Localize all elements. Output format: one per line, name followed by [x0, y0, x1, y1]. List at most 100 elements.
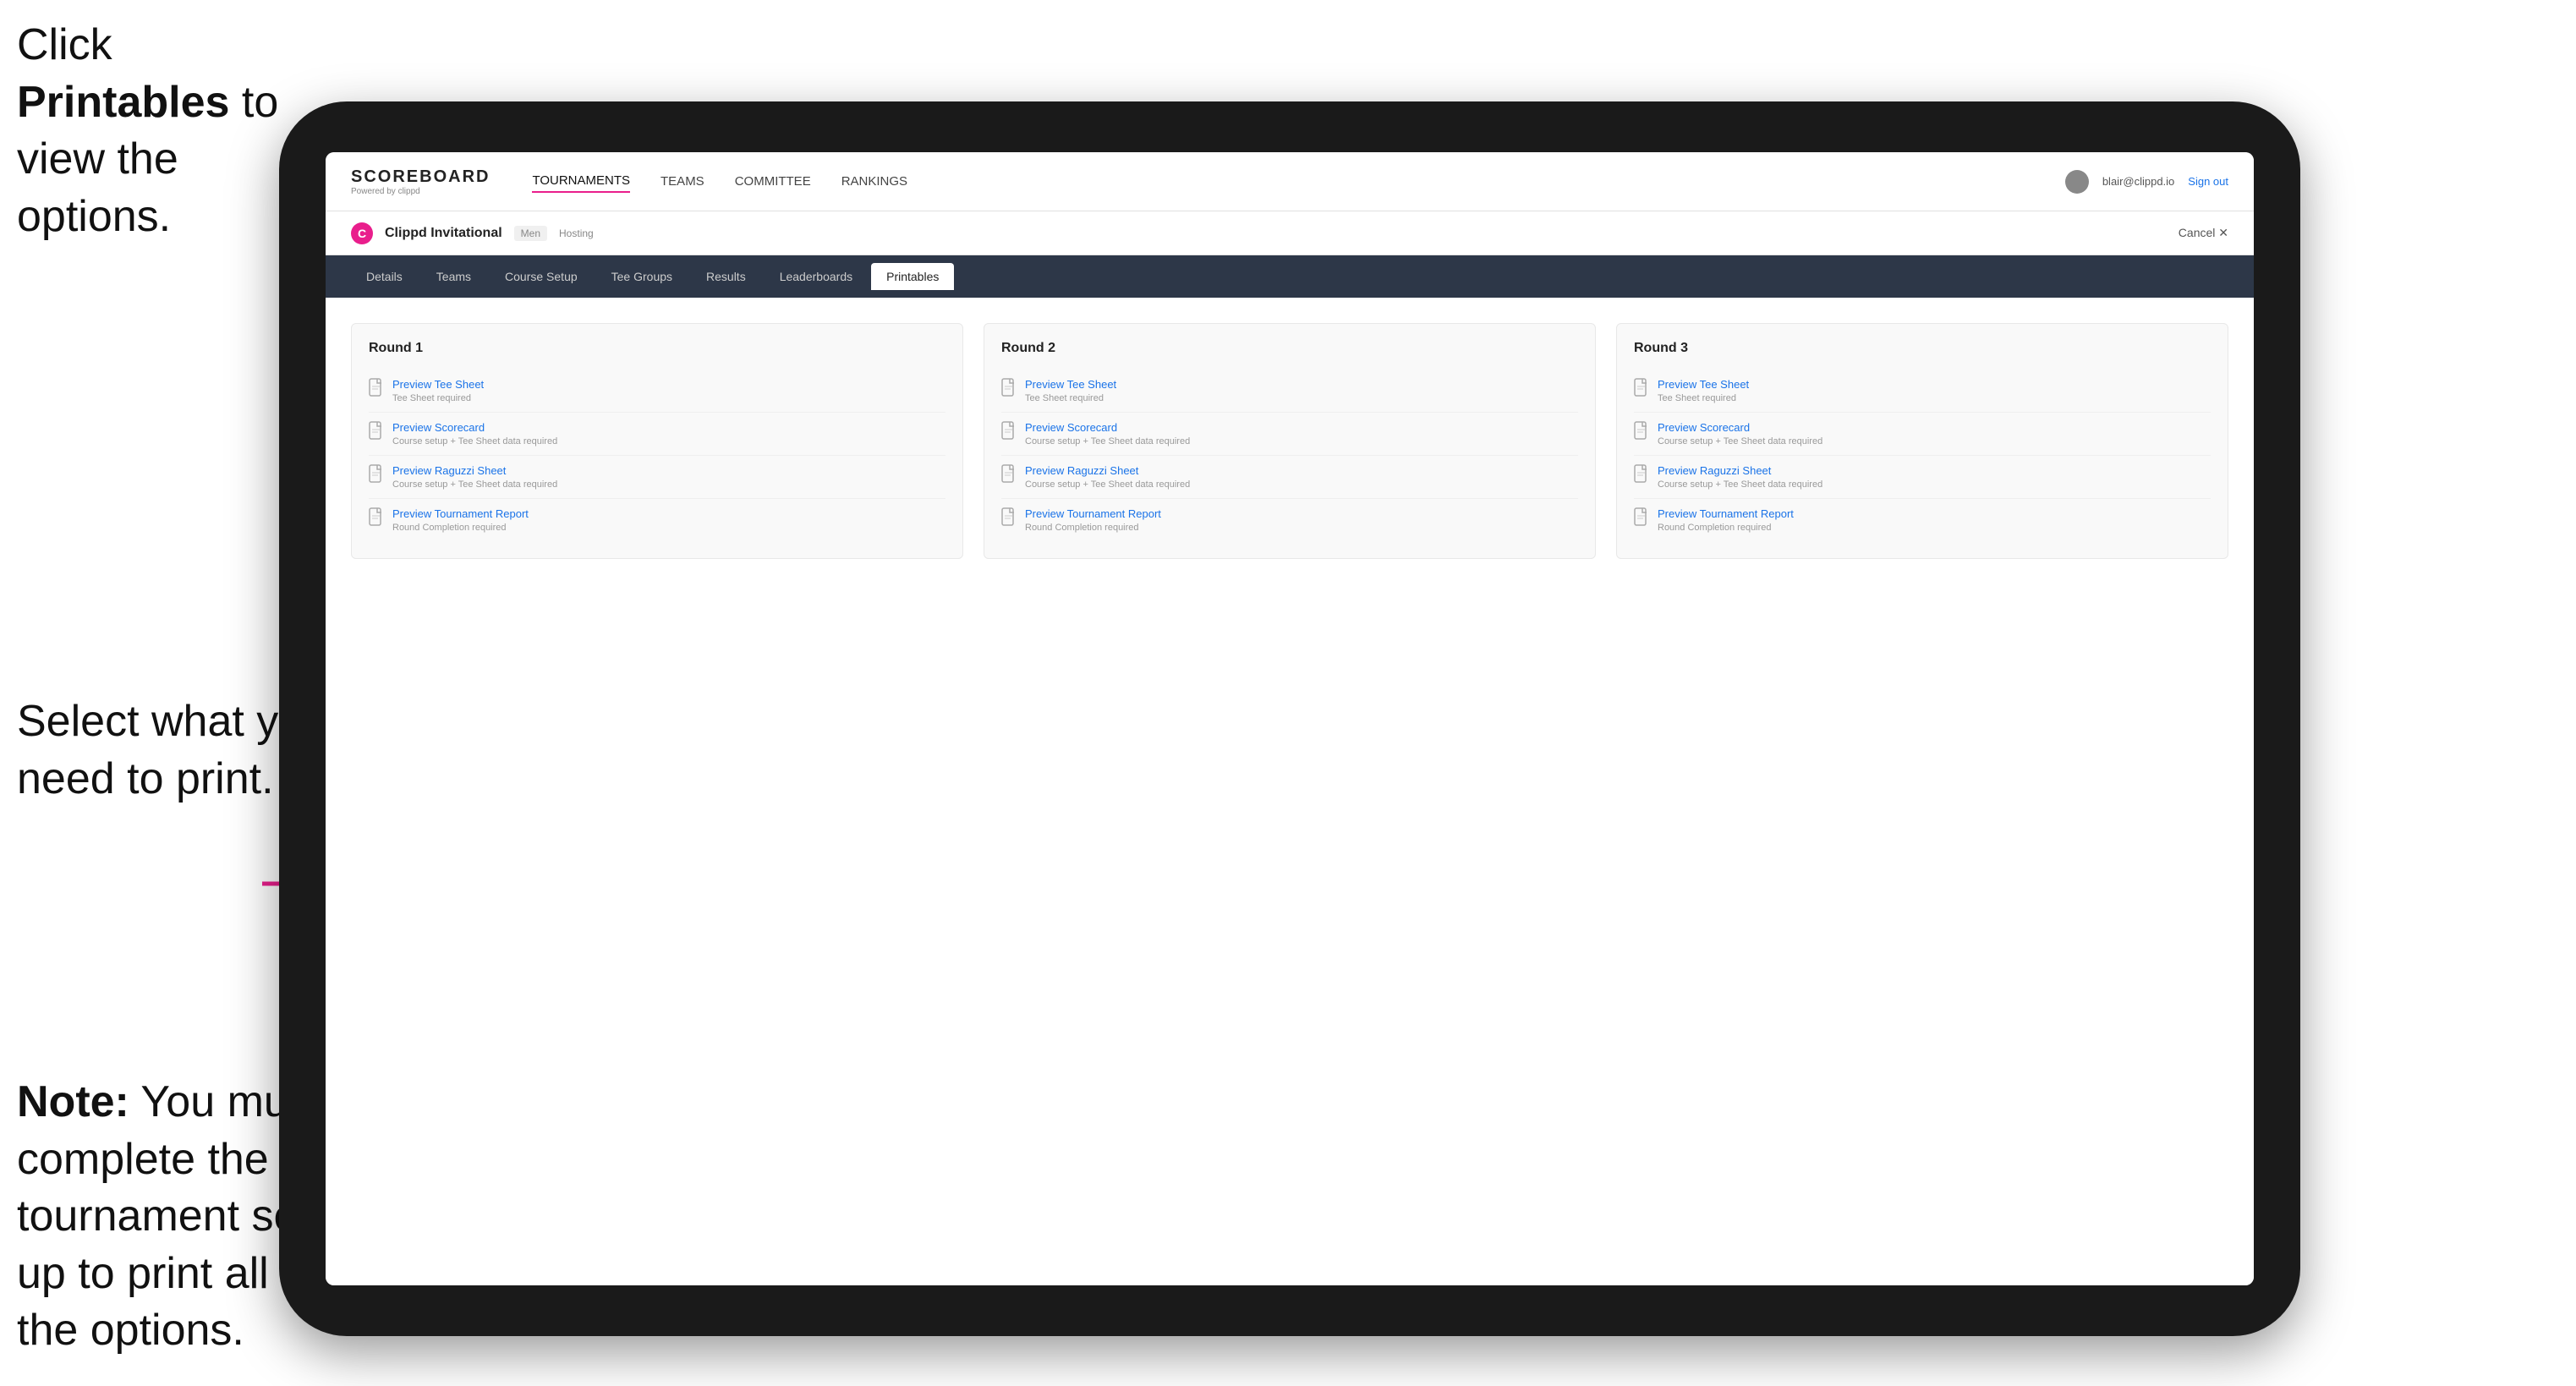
tournament-name: Clippd Invitational — [385, 226, 502, 241]
print-item-subtitle: Tee Sheet required — [1025, 393, 1116, 403]
note-bold: Note: — [17, 1077, 129, 1126]
content-area: Round 1 Preview Tee Sheet Tee Sheet requi… — [326, 298, 2254, 1285]
print-item-subtitle: Course setup + Tee Sheet data required — [1658, 479, 1822, 490]
print-item-title: Preview Scorecard — [392, 421, 557, 434]
print-item-r3-3[interactable]: Preview Raguzzi Sheet Course setup + Tee … — [1634, 456, 2211, 499]
print-file-icon — [1634, 421, 1649, 444]
print-item-text: Preview Raguzzi Sheet Course setup + Tee … — [392, 464, 557, 490]
print-item-r2-2[interactable]: Preview Scorecard Course setup + Tee Shee… — [1001, 413, 1578, 456]
scoreboard-brand: SCOREBOARD Powered by clippd — [351, 167, 490, 196]
print-item-text: Preview Tee Sheet Tee Sheet required — [1025, 378, 1116, 403]
print-item-r1-1[interactable]: Preview Tee Sheet Tee Sheet required — [369, 370, 945, 413]
print-file-icon — [369, 507, 384, 530]
print-file-icon — [369, 421, 384, 444]
print-file-icon — [1001, 378, 1017, 401]
nav-tournaments[interactable]: TOURNAMENTS — [532, 170, 630, 193]
round-3-title: Round 3 — [1634, 341, 2211, 356]
nav-rankings[interactable]: RANKINGS — [841, 171, 907, 192]
round-section-2: Round 2 Preview Tee Sheet Tee Sheet requi… — [984, 323, 1596, 559]
tab-leaderboards[interactable]: Leaderboards — [765, 263, 868, 290]
print-item-text: Preview Tournament Report Round Completio… — [1658, 507, 1794, 533]
print-item-title: Preview Tee Sheet — [1658, 378, 1749, 391]
scoreboard-subtitle: Powered by clippd — [351, 187, 490, 196]
nav-left: SCOREBOARD Powered by clippd TOURNAMENTS… — [351, 167, 907, 196]
print-item-subtitle: Course setup + Tee Sheet data required — [1025, 479, 1190, 490]
print-item-text: Preview Scorecard Course setup + Tee Shee… — [392, 421, 557, 446]
round-2-title: Round 2 — [1001, 341, 1578, 356]
tab-results[interactable]: Results — [691, 263, 761, 290]
print-item-text: Preview Raguzzi Sheet Course setup + Tee … — [1025, 464, 1190, 490]
sub-nav: C Clippd Invitational Men Hosting Cancel… — [326, 211, 2254, 255]
print-item-r1-2[interactable]: Preview Scorecard Course setup + Tee Shee… — [369, 413, 945, 456]
top-nav: SCOREBOARD Powered by clippd TOURNAMENTS… — [326, 152, 2254, 211]
print-item-subtitle: Round Completion required — [1658, 523, 1794, 533]
rounds-grid: Round 1 Preview Tee Sheet Tee Sheet requi… — [351, 323, 2228, 559]
printables-bold: Printables — [17, 78, 229, 127]
print-item-title: Preview Raguzzi Sheet — [1658, 464, 1822, 477]
print-file-icon — [1634, 507, 1649, 530]
print-file-icon — [369, 378, 384, 401]
print-item-text: Preview Tee Sheet Tee Sheet required — [1658, 378, 1749, 403]
print-item-r3-2[interactable]: Preview Scorecard Course setup + Tee Shee… — [1634, 413, 2211, 456]
print-item-subtitle: Course setup + Tee Sheet data required — [1658, 436, 1822, 446]
print-item-r1-4[interactable]: Preview Tournament Report Round Completio… — [369, 499, 945, 541]
print-file-icon — [1001, 507, 1017, 530]
print-item-title: Preview Tournament Report — [392, 507, 529, 520]
tab-details[interactable]: Details — [351, 263, 418, 290]
print-item-text: Preview Scorecard Course setup + Tee Shee… — [1658, 421, 1822, 446]
print-file-icon — [369, 464, 384, 487]
print-item-title: Preview Raguzzi Sheet — [392, 464, 557, 477]
tournament-title-row: C Clippd Invitational Men Hosting — [351, 222, 594, 244]
print-file-icon — [1634, 378, 1649, 401]
tab-tee-groups[interactable]: Tee Groups — [596, 263, 688, 290]
print-item-r3-1[interactable]: Preview Tee Sheet Tee Sheet required — [1634, 370, 2211, 413]
print-file-icon — [1001, 421, 1017, 444]
print-item-subtitle: Course setup + Tee Sheet data required — [392, 436, 557, 446]
print-item-subtitle: Course setup + Tee Sheet data required — [392, 479, 557, 490]
nav-teams[interactable]: TEAMS — [660, 171, 704, 192]
print-item-subtitle: Tee Sheet required — [392, 393, 484, 403]
print-item-subtitle: Course setup + Tee Sheet data required — [1025, 436, 1190, 446]
tab-course-setup[interactable]: Course Setup — [490, 263, 593, 290]
print-item-subtitle: Round Completion required — [1025, 523, 1161, 533]
print-file-icon — [1634, 464, 1649, 487]
print-item-r3-4[interactable]: Preview Tournament Report Round Completio… — [1634, 499, 2211, 541]
tournament-badge: Men — [514, 226, 547, 241]
tab-teams[interactable]: Teams — [421, 263, 486, 290]
user-email: blair@clippd.io — [2102, 175, 2174, 188]
top-nav-links: TOURNAMENTS TEAMS COMMITTEE RANKINGS — [532, 170, 907, 193]
scoreboard-title: SCOREBOARD — [351, 167, 490, 187]
print-item-r2-3[interactable]: Preview Raguzzi Sheet Course setup + Tee … — [1001, 456, 1578, 499]
tournament-status: Hosting — [559, 227, 594, 239]
print-item-title: Preview Tee Sheet — [1025, 378, 1116, 391]
print-item-text: Preview Tee Sheet Tee Sheet required — [392, 378, 484, 403]
tablet-screen: SCOREBOARD Powered by clippd TOURNAMENTS… — [326, 152, 2254, 1285]
tab-printables[interactable]: Printables — [871, 263, 954, 290]
tab-bar: Details Teams Course Setup Tee Groups Re… — [326, 255, 2254, 298]
nav-right: blair@clippd.io Sign out — [2065, 170, 2228, 194]
print-item-text: Preview Scorecard Course setup + Tee Shee… — [1025, 421, 1190, 446]
print-item-text: Preview Raguzzi Sheet Course setup + Tee … — [1658, 464, 1822, 490]
round-1-title: Round 1 — [369, 341, 945, 356]
print-file-icon — [1001, 464, 1017, 487]
sign-out-link[interactable]: Sign out — [2188, 175, 2228, 188]
round-section-1: Round 1 Preview Tee Sheet Tee Sheet requi… — [351, 323, 963, 559]
print-item-r1-3[interactable]: Preview Raguzzi Sheet Course setup + Tee … — [369, 456, 945, 499]
print-item-text: Preview Tournament Report Round Completio… — [392, 507, 529, 533]
nav-committee[interactable]: COMMITTEE — [735, 171, 811, 192]
print-item-title: Preview Tee Sheet — [392, 378, 484, 391]
print-item-r2-4[interactable]: Preview Tournament Report Round Completio… — [1001, 499, 1578, 541]
user-avatar — [2065, 170, 2089, 194]
print-item-title: Preview Tournament Report — [1025, 507, 1161, 520]
clippd-logo: C — [351, 222, 373, 244]
print-item-title: Preview Scorecard — [1658, 421, 1822, 434]
print-item-title: Preview Raguzzi Sheet — [1025, 464, 1190, 477]
print-item-r2-1[interactable]: Preview Tee Sheet Tee Sheet required — [1001, 370, 1578, 413]
print-item-text: Preview Tournament Report Round Completio… — [1025, 507, 1161, 533]
cancel-button[interactable]: Cancel ✕ — [2179, 226, 2228, 240]
print-item-subtitle: Round Completion required — [392, 523, 529, 533]
print-item-subtitle: Tee Sheet required — [1658, 393, 1749, 403]
tablet-frame: SCOREBOARD Powered by clippd TOURNAMENTS… — [279, 101, 2300, 1336]
print-item-title: Preview Scorecard — [1025, 421, 1190, 434]
print-item-title: Preview Tournament Report — [1658, 507, 1794, 520]
